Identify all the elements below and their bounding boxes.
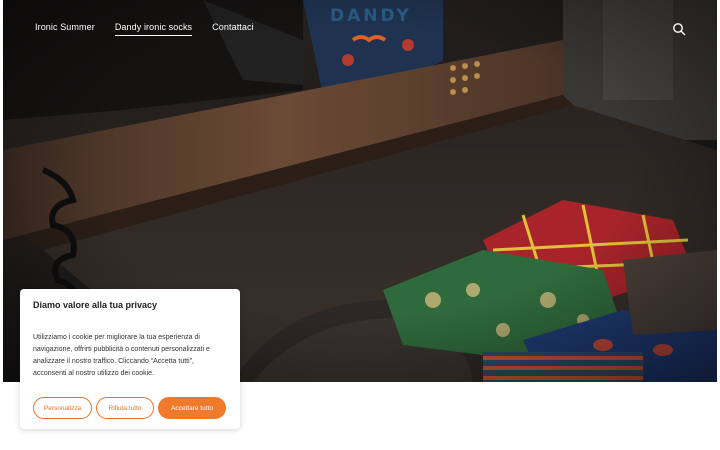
site-logo[interactable]: DANDY <box>330 6 412 26</box>
nav-item-contattaci[interactable]: Contattaci <box>212 22 254 36</box>
nav-item-dandy-ironic-socks[interactable]: Dandy ironic socks <box>114 22 193 36</box>
reject-all-button[interactable]: Rifiuta tutto <box>96 397 154 419</box>
accept-all-button[interactable]: Accettare tutto <box>158 397 226 419</box>
cookie-banner-buttons: Personalizza Rifiuta tutto Accettare tut… <box>33 397 226 419</box>
customize-button[interactable]: Personalizza <box>33 397 92 419</box>
nav-item-ironic-summer[interactable]: Ironic Summer <box>35 22 95 36</box>
search-icon <box>673 23 686 36</box>
page: Ironic Summer Dandy ironic socks Contatt… <box>0 0 720 450</box>
cookie-banner-text: Utilizziamo i cookie per migliorare la t… <box>33 334 210 377</box>
search-button[interactable] <box>672 22 686 36</box>
cookie-consent-banner: Diamo valore alla tua privacy Utilizziam… <box>20 289 240 429</box>
cookie-banner-title: Diamo valore alla tua privacy <box>33 300 158 310</box>
main-nav: Ironic Summer Dandy ironic socks Contatt… <box>35 22 254 36</box>
